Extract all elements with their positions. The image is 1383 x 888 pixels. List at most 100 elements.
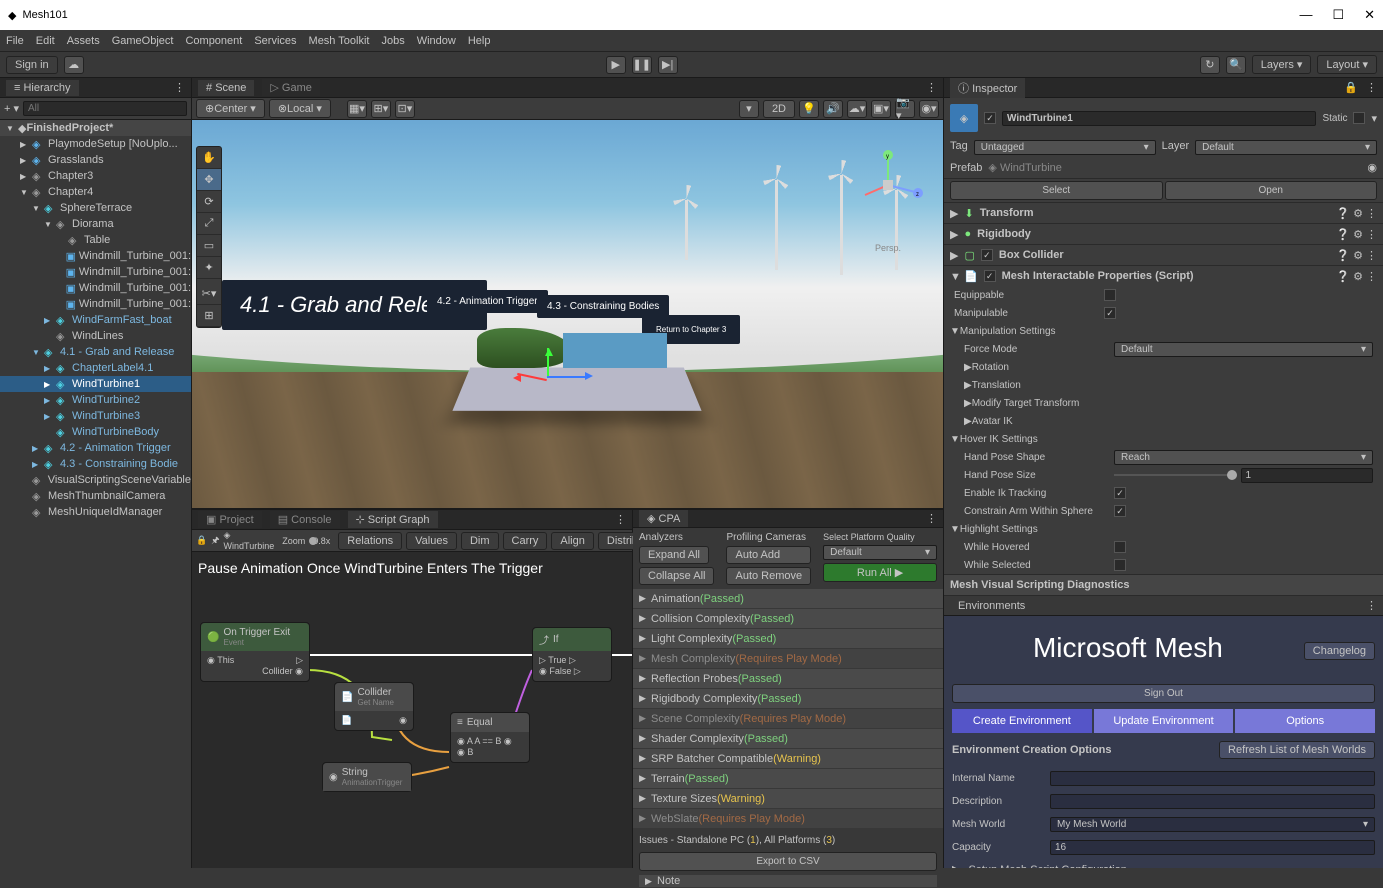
cpa-tab[interactable]: ◈ CPA [639, 510, 688, 527]
scale-tool[interactable]: ⤢ [197, 213, 221, 235]
transform-tool[interactable]: ✦ [197, 257, 221, 279]
hierarchy-item[interactable]: MeshThumbnailCamera [0, 488, 191, 504]
boxcollider-component[interactable]: ▶ ▢ ✓ Box Collider❔ ⚙ ⋮ [944, 245, 1383, 265]
scene-tab[interactable]: # Scene [198, 80, 254, 96]
pivot-center-dropdown[interactable]: ⊕Center ▾ [196, 99, 265, 118]
hierarchy-item[interactable]: MeshUniqueIdManager [0, 504, 191, 520]
transform-component[interactable]: ▶ ⬇ Transform❔ ⚙ ⋮ [944, 203, 1383, 223]
constrain-arm-checkbox[interactable]: ✓ [1114, 505, 1126, 517]
signin-button[interactable]: Sign in [6, 56, 58, 74]
maximize-button[interactable]: ☐ [1332, 7, 1344, 23]
hidden-toggle[interactable]: ▣▾ [871, 100, 891, 118]
equippable-checkbox[interactable] [1104, 289, 1116, 301]
values-toggle[interactable]: Values [406, 532, 457, 550]
run-all-button[interactable]: Run All ▶ [823, 563, 937, 582]
analyzer-row[interactable]: ▶Reflection Probes (Passed) [633, 669, 943, 689]
lock-icon[interactable]: 🔒 [196, 535, 207, 546]
node-if[interactable]: ⤴ If ▷ True ▷◉ False ▷ [532, 627, 612, 682]
cloud-icon[interactable]: ☁ [64, 56, 84, 74]
history-icon[interactable]: ↻ [1200, 56, 1220, 74]
export-csv-button[interactable]: Export to CSV [639, 852, 937, 871]
camera-toggle[interactable]: 📷▾ [895, 100, 915, 118]
custom-tool-2[interactable]: ⊞ [197, 305, 221, 327]
create-env-button[interactable]: Create Environment [952, 709, 1092, 733]
cpa-menu-icon[interactable]: ⋮ [926, 512, 937, 525]
2d-toggle[interactable]: 2D [763, 100, 795, 118]
menu-jobs[interactable]: Jobs [381, 35, 404, 47]
hierarchy-item[interactable]: Windmill_Turbine_001: [0, 264, 191, 280]
menu-gameobject[interactable]: GameObject [112, 35, 174, 47]
hierarchy-item[interactable]: ▼4.1 - Grab and Release [0, 344, 191, 360]
setup-script-row[interactable]: ▶ Setup Mesh Script Configuration [952, 859, 1375, 868]
static-checkbox[interactable] [1353, 112, 1365, 124]
static-dropdown-icon[interactable]: ▾ [1371, 112, 1377, 125]
fx-toggle[interactable]: ☁▾ [847, 100, 867, 118]
hierarchy-search[interactable] [23, 101, 187, 116]
collapse-all-button[interactable]: Collapse All [639, 567, 714, 585]
hand-pose-shape-dropdown[interactable]: Reach▾ [1114, 450, 1373, 465]
node-get-name[interactable]: 📄ColliderGet Name 📄◉ [334, 682, 414, 731]
menu-services[interactable]: Services [254, 35, 296, 47]
signout-button[interactable]: Sign Out [952, 684, 1375, 703]
analyzer-row[interactable]: ▶Scene Complexity (Requires Play Mode) [633, 709, 943, 729]
expand-all-button[interactable]: Expand All [639, 546, 709, 564]
hand-pose-size-field[interactable] [1241, 468, 1374, 483]
hierarchy-item[interactable]: WindLines [0, 328, 191, 344]
analyzer-row[interactable]: ▶SRP Batcher Compatible (Warning) [633, 749, 943, 769]
analyzer-row[interactable]: ▶Terrain (Passed) [633, 769, 943, 789]
menu-help[interactable]: Help [468, 35, 491, 47]
pivot-local-dropdown[interactable]: ⊗Local ▾ [269, 99, 331, 118]
script-graph-tab[interactable]: ⊹ Script Graph [348, 511, 438, 528]
analyzer-row[interactable]: ▶Mesh Complexity (Requires Play Mode) [633, 649, 943, 669]
node-on-trigger-exit[interactable]: 🟢On Trigger ExitEvent ◉ This ▷Collider ◉ [200, 622, 310, 682]
create-dropdown[interactable]: + ▾ [4, 102, 19, 115]
object-name-field[interactable] [1002, 111, 1316, 126]
capacity-field[interactable] [1050, 840, 1375, 855]
hierarchy-item[interactable]: ▶ChapterLabel4.1 [0, 360, 191, 376]
menu-file[interactable]: File [6, 35, 24, 47]
environments-tab[interactable]: Environments [950, 598, 1033, 614]
hierarchy-item[interactable]: ▶4.2 - Animation Trigger [0, 440, 191, 456]
hierarchy-item[interactable]: VisualScriptingSceneVariable [0, 472, 191, 488]
relations-toggle[interactable]: Relations [338, 532, 402, 550]
menu-edit[interactable]: Edit [36, 35, 55, 47]
align-dropdown[interactable]: Align [551, 532, 593, 550]
object-active-checkbox[interactable]: ✓ [984, 112, 996, 124]
inspector-tab[interactable]: ⓘ Inspector [950, 78, 1025, 98]
scene-menu-icon[interactable]: ⋮ [926, 81, 937, 94]
project-tab[interactable]: ▣ Project [198, 511, 262, 528]
analyzer-row[interactable]: ▶Texture Sizes (Warning) [633, 789, 943, 809]
custom-tool[interactable]: ✂▾ [197, 283, 221, 305]
while-selected-checkbox[interactable] [1114, 559, 1126, 571]
analyzer-row[interactable]: ▶Rigidbody Complexity (Passed) [633, 689, 943, 709]
platform-dropdown[interactable]: Default▾ [823, 545, 937, 560]
orientation-gizmo[interactable]: y z Persp. [853, 150, 923, 220]
pin-icon[interactable]: 🖈 [211, 533, 219, 549]
hierarchy-item[interactable]: ▼Chapter4 [0, 184, 191, 200]
grid-snap-icon[interactable]: ⊡▾ [395, 100, 415, 118]
layer-dropdown[interactable]: Default▾ [1195, 140, 1377, 155]
hierarchy-item[interactable]: WindTurbineBody [0, 424, 191, 440]
hierarchy-item[interactable]: ▶WindTurbine2 [0, 392, 191, 408]
close-button[interactable]: ✕ [1364, 7, 1375, 23]
description-field[interactable] [1050, 794, 1375, 809]
internal-name-field[interactable] [1050, 771, 1375, 786]
manipulable-checkbox[interactable]: ✓ [1104, 307, 1116, 319]
menu-mesh-toolkit[interactable]: Mesh Toolkit [309, 35, 370, 47]
analyzer-row[interactable]: ▶Shader Complexity (Passed) [633, 729, 943, 749]
console-tab[interactable]: ▤ Console [270, 511, 340, 528]
hand-tool[interactable]: ✋ [197, 147, 221, 169]
update-env-button[interactable]: Update Environment [1094, 709, 1234, 733]
step-button[interactable]: ▶| [658, 56, 678, 74]
mesh-interactable-component[interactable]: ▼ 📄 ✓ Mesh Interactable Properties (Scri… [944, 266, 1383, 286]
analyzer-row[interactable]: ▶Animation (Passed) [633, 589, 943, 609]
hierarchy-item[interactable]: Windmill_Turbine_001: [0, 248, 191, 264]
hierarchy-item[interactable]: ▶4.3 - Constraining Bodie [0, 456, 191, 472]
tag-dropdown[interactable]: Untagged▾ [974, 140, 1156, 155]
lighting-toggle[interactable]: 💡 [799, 100, 819, 118]
game-tab[interactable]: ▷ Game [262, 79, 319, 96]
hierarchy-item[interactable]: ▶WindTurbine1 [0, 376, 191, 392]
script-graph-canvas[interactable]: Pause Animation Once WindTurbine Enters … [192, 552, 632, 868]
hierarchy-menu-icon[interactable]: ⋮ [174, 81, 185, 94]
options-button[interactable]: Options [1235, 709, 1375, 733]
